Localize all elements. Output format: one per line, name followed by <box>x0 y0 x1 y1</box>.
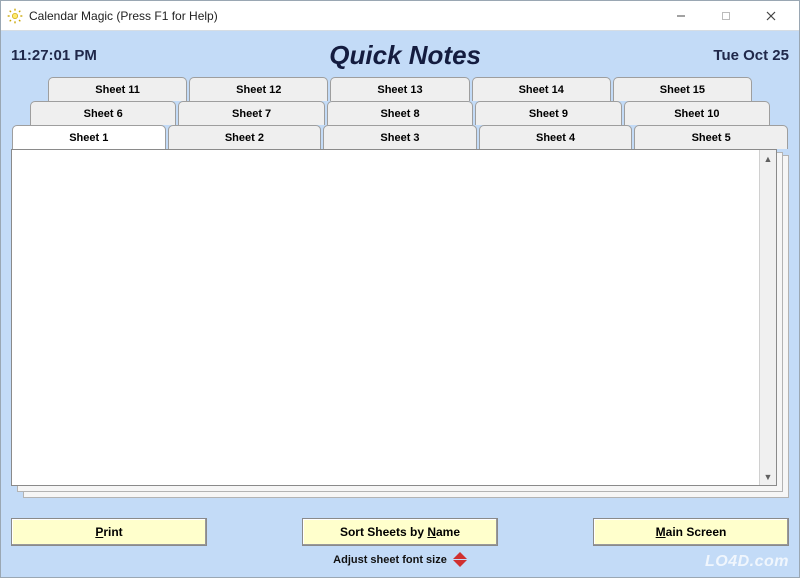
sheet-panel: ▲ ▼ <box>11 149 777 486</box>
tab-sheet-6[interactable]: Sheet 6 <box>30 101 176 125</box>
tabs-area: Sheet 11 Sheet 12 Sheet 13 Sheet 14 Shee… <box>11 77 789 149</box>
buttons-row: Print Sort Sheets by Name Main Screen <box>11 518 789 546</box>
titlebar: Calendar Magic (Press F1 for Help) <box>1 1 799 31</box>
tab-sheet-8[interactable]: Sheet 8 <box>327 101 473 125</box>
sort-sheets-button[interactable]: Sort Sheets by Name <box>302 518 498 546</box>
tab-sheet-1[interactable]: Sheet 1 <box>12 125 166 149</box>
sheet-stack: ▲ ▼ <box>11 149 789 498</box>
app-sun-icon <box>7 8 23 24</box>
maximize-button[interactable] <box>703 2 748 30</box>
tab-sheet-14[interactable]: Sheet 14 <box>472 77 611 101</box>
clock-label: 11:27:01 PM <box>11 47 97 64</box>
tab-sheet-2[interactable]: Sheet 2 <box>168 125 322 149</box>
close-button[interactable] <box>748 2 793 30</box>
window-title: Calendar Magic (Press F1 for Help) <box>29 9 218 23</box>
minimize-button[interactable] <box>658 2 703 30</box>
tab-row-mid: Sheet 6 Sheet 7 Sheet 8 Sheet 9 Sheet 10 <box>11 101 789 125</box>
sheet-textarea[interactable] <box>12 150 759 485</box>
tab-sheet-15[interactable]: Sheet 15 <box>613 77 752 101</box>
adjust-font-row: Adjust sheet font size <box>11 552 789 567</box>
client-area: 11:27:01 PM Quick Notes Tue Oct 25 Sheet… <box>1 31 799 577</box>
btn-text: Print <box>95 525 122 539</box>
tab-row-front: Sheet 1 Sheet 2 Sheet 3 Sheet 4 Sheet 5 <box>11 125 789 149</box>
print-button[interactable]: Print <box>11 518 207 546</box>
header-row: 11:27:01 PM Quick Notes Tue Oct 25 <box>11 37 789 73</box>
tab-sheet-11[interactable]: Sheet 11 <box>48 77 187 101</box>
tab-sheet-13[interactable]: Sheet 13 <box>330 77 469 101</box>
tab-sheet-12[interactable]: Sheet 12 <box>189 77 328 101</box>
font-size-stepper[interactable] <box>453 552 467 567</box>
main-screen-button[interactable]: Main Screen <box>593 518 789 546</box>
chevron-up-icon[interactable] <box>453 552 467 559</box>
tab-row-back: Sheet 11 Sheet 12 Sheet 13 Sheet 14 Shee… <box>11 77 789 101</box>
scroll-up-icon[interactable]: ▲ <box>760 150 776 167</box>
tab-sheet-5[interactable]: Sheet 5 <box>634 125 788 149</box>
page-title: Quick Notes <box>97 40 714 71</box>
tab-sheet-4[interactable]: Sheet 4 <box>479 125 633 149</box>
tab-sheet-7[interactable]: Sheet 7 <box>178 101 324 125</box>
chevron-down-icon[interactable] <box>453 560 467 567</box>
adjust-font-label: Adjust sheet font size <box>333 554 447 566</box>
btn-text: Sort Sheets by Name <box>340 525 460 539</box>
btn-text: Main Screen <box>656 525 727 539</box>
date-label: Tue Oct 25 <box>713 47 789 64</box>
scroll-down-icon[interactable]: ▼ <box>760 468 776 485</box>
app-window: Calendar Magic (Press F1 for Help) 11:27… <box>0 0 800 578</box>
tab-sheet-3[interactable]: Sheet 3 <box>323 125 477 149</box>
tab-sheet-9[interactable]: Sheet 9 <box>475 101 621 125</box>
vertical-scrollbar[interactable]: ▲ ▼ <box>759 150 776 485</box>
tab-sheet-10[interactable]: Sheet 10 <box>624 101 770 125</box>
